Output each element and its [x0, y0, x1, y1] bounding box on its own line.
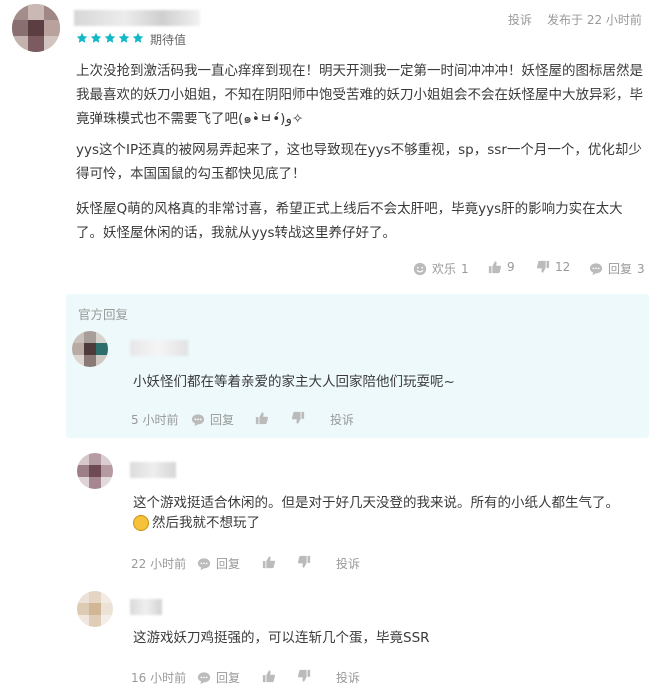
official-report-link[interactable]: 投诉 [330, 411, 354, 428]
reply2-text: 这游戏妖刀鸡挺强的，可以连斩几个蛋，毕竟SSR [133, 630, 430, 646]
reply1-report-link[interactable]: 投诉 [336, 555, 360, 572]
official-reply-title: 官方回复 [78, 307, 129, 322]
reply2-report-link[interactable]: 投诉 [336, 669, 360, 686]
reply-button[interactable]: 回复 3 [589, 260, 645, 277]
reviewer-avatar[interactable] [12, 4, 60, 52]
smile-icon [413, 262, 427, 276]
comment-icon [589, 262, 603, 276]
official-reply-label: 回复 [210, 413, 235, 427]
reply1-upvote-button[interactable] [262, 555, 276, 569]
reply-icon [191, 413, 205, 427]
reply2-avatar[interactable] [77, 591, 113, 627]
reply-label: 回复 [608, 262, 633, 276]
fun-button[interactable]: 欢乐 1 [413, 260, 469, 277]
reply2-reply-button[interactable]: 回复 [197, 669, 240, 686]
thumb-down-icon [297, 669, 311, 683]
reply-icon [197, 557, 211, 571]
review-paragraph-1: 上次没抢到激活码我一直心痒痒到现在！明天开测我一定第一时间冲冲冲！妖怪屋的图标居… [76, 63, 643, 127]
official-reply-time: 5 小时前 [131, 413, 179, 427]
report-link[interactable]: 投诉 [508, 11, 532, 28]
thumb-down-icon [536, 260, 550, 274]
downvote-count: 12 [555, 260, 571, 274]
rating-stars [76, 32, 144, 44]
official-reply-button[interactable]: 回复 [191, 411, 234, 428]
reply-icon [197, 671, 211, 685]
reply2-reply-label: 回复 [216, 671, 241, 685]
thumb-down-icon [297, 555, 311, 569]
review-paragraph-3: 妖怪屋Q萌的风格真的非常讨喜，希望正式上线后不会太肝吧，毕竟yys肝的影响力实在… [76, 201, 623, 241]
fun-label: 欢乐 [432, 262, 457, 276]
reply2-time: 16 小时前 [131, 671, 187, 685]
reply1-name[interactable] [130, 462, 176, 478]
review-paragraph-2: yys这个IP还真的被网易弄起来了，这也导致现在yys不够重视，sp，ssr一个… [76, 142, 642, 182]
official-avatar[interactable] [72, 331, 108, 367]
thumb-down-icon [291, 411, 305, 425]
thumb-up-icon [262, 669, 276, 683]
reply2-downvote-button[interactable] [297, 669, 311, 683]
reply1-reply-button[interactable]: 回复 [197, 555, 240, 572]
official-downvote-button[interactable] [291, 411, 305, 425]
official-reply-text: 小妖怪们都在等着亲爱的家主大人回家陪他们玩耍呢~ [133, 374, 455, 390]
reply1-avatar[interactable] [77, 453, 113, 489]
rating-label: 期待值 [150, 33, 187, 47]
reviewer-name[interactable] [74, 10, 200, 26]
thumb-up-icon [488, 260, 502, 274]
reply-count: 3 [637, 261, 645, 276]
emoji-grin-icon [133, 515, 149, 531]
reply1-time: 22 小时前 [131, 557, 187, 571]
star-icon [132, 32, 144, 43]
upvote-button[interactable]: 9 [488, 260, 515, 274]
fun-count: 1 [461, 261, 469, 276]
star-icon [104, 32, 116, 43]
star-icon [118, 32, 130, 43]
upvote-count: 9 [507, 260, 515, 274]
official-name[interactable] [130, 340, 188, 356]
star-icon [90, 32, 102, 43]
downvote-button[interactable]: 12 [536, 260, 570, 274]
reply1-text-line2: 然后我就不想玩了 [152, 515, 260, 531]
thumb-up-icon [262, 555, 276, 569]
official-upvote-button[interactable] [255, 411, 269, 425]
reply2-name[interactable] [130, 599, 162, 615]
thumb-up-icon [255, 411, 269, 425]
reply2-upvote-button[interactable] [262, 669, 276, 683]
reply1-reply-label: 回复 [216, 557, 241, 571]
reply1-downvote-button[interactable] [297, 555, 311, 569]
star-icon [76, 32, 88, 43]
review-timestamp: 发布于 22 小时前 [547, 13, 642, 27]
